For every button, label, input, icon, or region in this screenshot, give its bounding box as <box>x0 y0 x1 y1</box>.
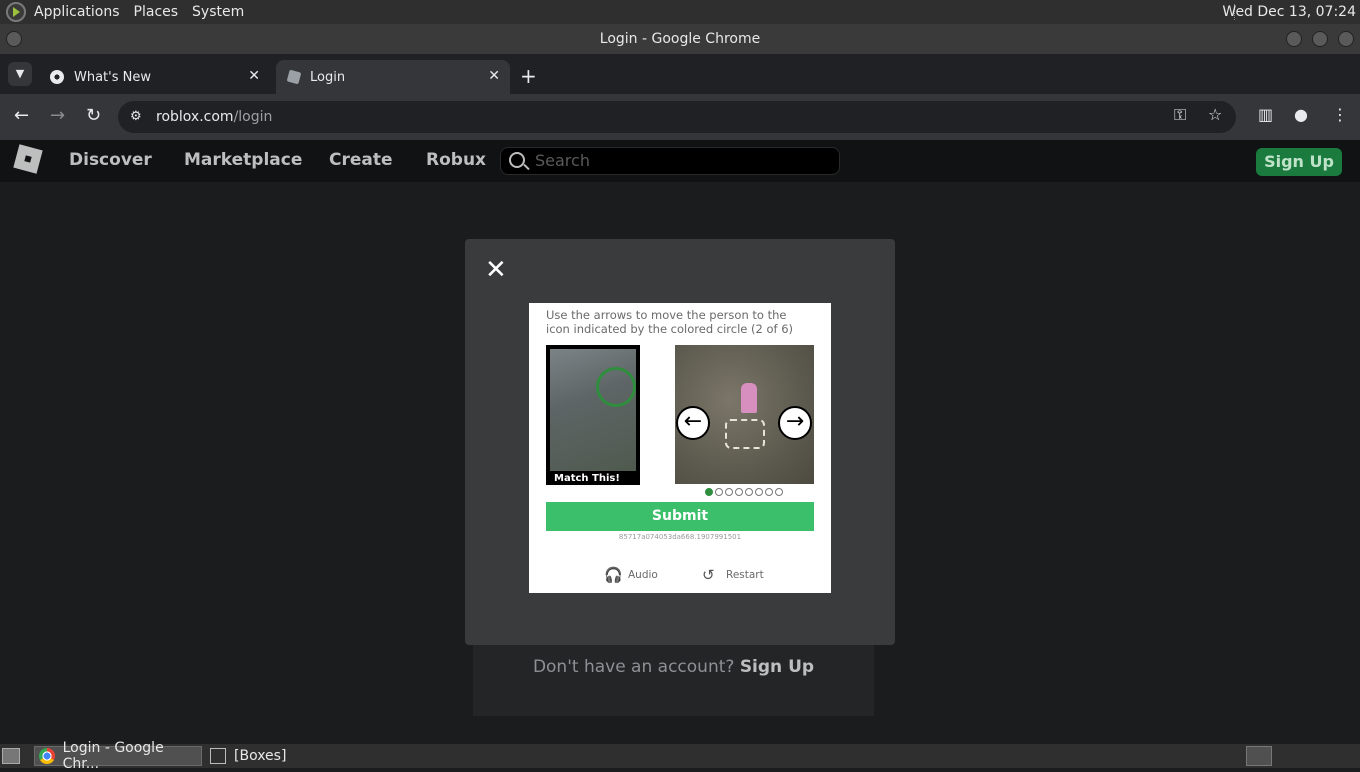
target-icon-image <box>550 349 636 471</box>
session-id: 85717a074053da668.1907991501 <box>618 533 742 541</box>
search-input[interactable]: Search <box>500 147 840 175</box>
window-close-icon[interactable] <box>1338 31 1354 47</box>
signup-button[interactable]: Sign Up <box>1256 148 1342 176</box>
scene-icons <box>725 419 765 449</box>
forward-arrow-icon[interactable]: → <box>50 105 65 126</box>
top-panel: Applications Places System Wed Dec 13, 0… <box>0 0 1360 24</box>
tab-label: What's New <box>74 69 151 85</box>
chrome-icon <box>50 70 64 84</box>
address-bar[interactable]: ⚙ roblox.com/login <box>118 101 1236 133</box>
audio-button[interactable]: 🎧 Audio <box>604 567 658 583</box>
restart-button[interactable]: ↺ Restart <box>702 567 764 583</box>
progress-dot <box>705 488 713 496</box>
progress-dot <box>755 488 763 496</box>
nav-discover[interactable]: Discover <box>69 150 152 170</box>
taskbar-item-chrome[interactable]: Login - Google Chr... <box>34 740 202 772</box>
tab-close-icon[interactable]: ✕ <box>488 68 500 84</box>
roblox-navbar: Discover Marketplace Create Robux Search… <box>0 140 1360 182</box>
tab-login[interactable]: Login ✕ <box>276 60 510 94</box>
key-icon[interactable]: ⚿ <box>1174 105 1186 125</box>
nav-create[interactable]: Create <box>329 150 393 170</box>
show-desktop-icon[interactable] <box>2 748 20 764</box>
search-icon <box>509 152 525 168</box>
page-content: Discover Marketplace Create Robux Search… <box>0 140 1360 744</box>
search-placeholder: Search <box>535 151 590 170</box>
tab-whats-new[interactable]: What's New ✕ <box>38 60 270 94</box>
site-info-icon[interactable]: ⚙ <box>130 101 142 133</box>
audio-label: Audio <box>628 569 658 581</box>
window-menu-icon[interactable] <box>6 31 22 47</box>
progress-dot <box>735 488 743 496</box>
url-host: roblox.com <box>156 109 234 125</box>
headphones-icon: 🎧 <box>604 566 623 584</box>
signup-prompt: Don't have an account? Sign Up <box>473 643 874 716</box>
reload-icon[interactable]: ↻ <box>86 105 101 126</box>
bookmark-star-icon[interactable]: ☆ <box>1208 105 1222 124</box>
distro-logo-icon[interactable] <box>6 2 26 22</box>
no-account-text: Don't have an account? <box>532 657 735 677</box>
roblox-favicon-icon <box>286 69 302 85</box>
restart-label: Restart <box>726 569 764 581</box>
nav-robux[interactable]: Robux <box>426 150 486 170</box>
left-arrow-button[interactable]: ← <box>676 406 710 440</box>
progress-dot <box>715 488 723 496</box>
tab-search-chevron-down-icon[interactable]: ▼ <box>8 62 32 86</box>
url-path: /login <box>233 109 273 125</box>
menu-places[interactable]: Places <box>134 4 179 20</box>
boxes-icon <box>210 748 226 764</box>
progress-dot <box>775 488 783 496</box>
tab-label: Login <box>310 69 346 85</box>
menu-applications[interactable]: Applications <box>34 4 120 20</box>
captcha-modal: ✕ Use the arrows to move the person to t… <box>465 239 895 645</box>
restart-icon: ↺ <box>702 566 715 584</box>
taskbar-label: Login - Google Chr... <box>62 740 164 772</box>
progress-dot <box>765 488 773 496</box>
window-title: Login - Google Chrome <box>599 31 761 47</box>
captcha-instruction: Use the arrows to move the person to the… <box>546 308 794 336</box>
person-figure <box>741 383 757 413</box>
captcha-challenge: Use the arrows to move the person to the… <box>529 303 831 593</box>
match-target-image: Match This! <box>546 345 640 485</box>
panel-clock[interactable]: Wed Dec 13, 07:24 <box>1222 4 1356 20</box>
submit-button[interactable]: Submit <box>546 502 814 531</box>
taskbar-label: [Boxes] <box>234 748 287 764</box>
match-label: Match This! <box>554 473 620 484</box>
window-titlebar[interactable]: Login - Google Chrome <box>0 24 1360 54</box>
tray-chrome-icon[interactable] <box>1246 746 1272 766</box>
progress-dot <box>745 488 753 496</box>
target-circle <box>596 367 636 407</box>
new-tab-plus-icon[interactable]: + <box>520 64 537 88</box>
progress-dots <box>705 488 785 496</box>
right-arrow-button[interactable]: → <box>778 406 812 440</box>
kebab-menu-icon[interactable]: ⋮ <box>1332 105 1348 124</box>
maximize-icon[interactable] <box>1312 31 1328 47</box>
close-icon[interactable]: ✕ <box>485 255 507 285</box>
progress-dot <box>725 488 733 496</box>
nav-marketplace[interactable]: Marketplace <box>184 150 302 170</box>
back-arrow-icon[interactable]: ← <box>14 105 29 126</box>
bottom-taskbar: Login - Google Chr... [Boxes] <box>0 740 1360 772</box>
profile-icon[interactable]: ● <box>1294 105 1308 124</box>
roblox-logo-icon[interactable] <box>13 144 43 174</box>
tab-strip: ▼ What's New ✕ Login ✕ + <box>0 54 1360 94</box>
chrome-icon <box>39 748 55 764</box>
taskbar-item-boxes[interactable]: [Boxes] <box>206 746 306 766</box>
browser-toolbar: ← → ↻ ⚙ roblox.com/login ⚿ ☆ ▥ ● ⋮ <box>0 94 1360 140</box>
tab-close-icon[interactable]: ✕ <box>248 68 260 84</box>
side-panel-icon[interactable]: ▥ <box>1258 105 1273 124</box>
signup-link[interactable]: Sign Up <box>740 657 814 677</box>
menu-system[interactable]: System <box>192 4 244 20</box>
minimize-icon[interactable] <box>1286 31 1302 47</box>
